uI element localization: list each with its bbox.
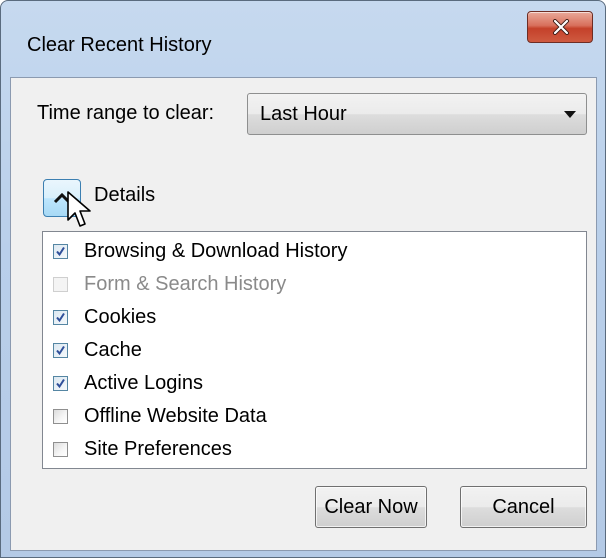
dialog-content: Time range to clear: Last Hour Details B… bbox=[10, 77, 597, 551]
checkmark-icon bbox=[56, 312, 65, 323]
clear-now-button[interactable]: Clear Now bbox=[315, 486, 427, 528]
dialog-window: Clear Recent History Time range to clear… bbox=[0, 0, 606, 558]
time-range-select[interactable]: Last Hour bbox=[247, 93, 587, 135]
history-items-list[interactable]: Browsing & Download History Form & Searc… bbox=[42, 231, 587, 469]
checkbox-site-preferences[interactable] bbox=[53, 442, 68, 457]
list-item-offline-website-data[interactable]: Offline Website Data bbox=[43, 401, 586, 431]
checkbox-cache[interactable] bbox=[53, 343, 68, 358]
time-range-label-text: Time range to clear: bbox=[37, 102, 215, 124]
close-icon bbox=[553, 19, 569, 35]
checkmark-icon bbox=[56, 246, 65, 257]
title-bar[interactable]: Clear Recent History bbox=[1, 1, 605, 81]
cancel-button[interactable]: Cancel bbox=[460, 486, 587, 528]
list-item-browsing-download-history[interactable]: Browsing & Download History bbox=[43, 236, 586, 266]
checkbox-active-logins[interactable] bbox=[53, 376, 68, 391]
mouse-pointer-icon bbox=[67, 191, 91, 227]
time-range-value: Last Hour bbox=[260, 103, 347, 125]
checkmark-icon bbox=[56, 345, 65, 356]
item-label: Form & Search History bbox=[84, 273, 287, 295]
checkbox-cookies[interactable] bbox=[53, 310, 68, 325]
item-label: Active Logins bbox=[84, 372, 203, 394]
list-item-form-search-history: Form & Search History bbox=[43, 269, 586, 299]
item-label: Cache bbox=[84, 339, 142, 361]
chevron-down-icon bbox=[564, 111, 576, 118]
checkbox-offline-website-data[interactable] bbox=[53, 409, 68, 424]
item-label: Cookies bbox=[84, 306, 157, 328]
window-title: Clear Recent History bbox=[27, 34, 212, 56]
list-item-cookies[interactable]: Cookies bbox=[43, 302, 586, 332]
checkbox-form-search-history bbox=[53, 277, 68, 292]
list-item-site-preferences[interactable]: Site Preferences bbox=[43, 434, 586, 464]
item-label: Offline Website Data bbox=[84, 405, 267, 427]
checkbox-browsing-download-history[interactable] bbox=[53, 244, 68, 259]
item-label: Site Preferences bbox=[84, 438, 232, 460]
close-button[interactable] bbox=[527, 11, 593, 43]
item-label: Browsing & Download History bbox=[84, 240, 348, 262]
list-item-cache[interactable]: Cache bbox=[43, 335, 586, 365]
details-label[interactable]: Details bbox=[94, 184, 155, 207]
time-range-label: Time range to clear: bbox=[37, 102, 214, 125]
list-item-active-logins[interactable]: Active Logins bbox=[43, 368, 586, 398]
checkmark-icon bbox=[56, 378, 65, 389]
